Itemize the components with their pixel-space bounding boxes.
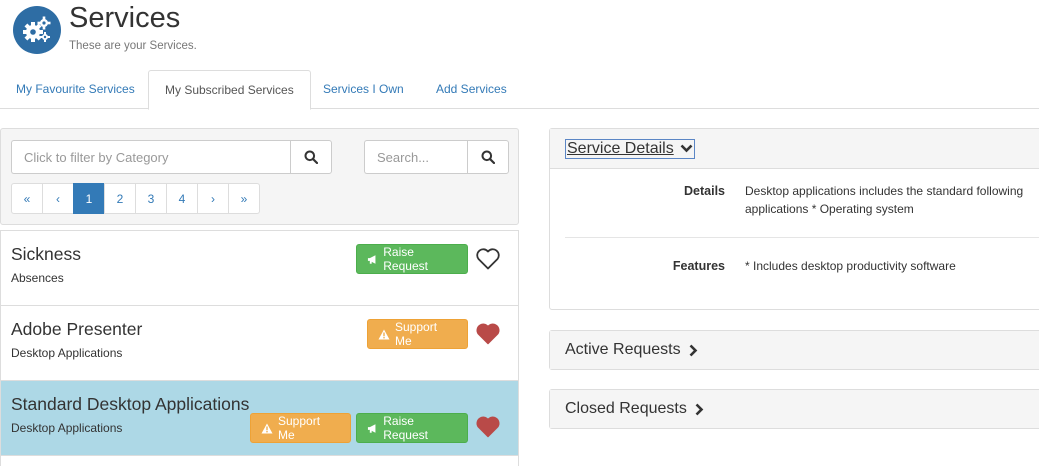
pagination-last[interactable]: » [228,183,260,214]
active-requests-title: Active Requests [565,341,681,358]
service-name: Standard Desktop Applications [11,394,250,414]
service-item-adobe-presenter[interactable]: Adobe Presenter Desktop Applications Sup… [1,306,518,381]
pagination-prev[interactable]: ‹ [42,183,74,214]
details-divider [565,237,1039,238]
features-label: Features [672,259,725,273]
active-requests-heading[interactable]: Active Requests [550,331,1039,369]
service-category: Absences [11,271,64,285]
tab-add-services[interactable]: Add Services [420,70,523,109]
service-list: Sickness Absences Raise Request Adobe Pr… [0,230,519,466]
pagination-first[interactable]: « [11,183,43,214]
support-me-button[interactable]: Support Me [250,413,351,443]
service-details-heading[interactable]: Service Details [550,129,1039,169]
closed-requests-title: Closed Requests [565,400,687,417]
raise-request-label: Raise Request [383,245,428,273]
tab-my-subscribed-services[interactable]: My Subscribed Services [148,70,311,110]
service-details-toggle[interactable]: Service Details [565,138,695,159]
chevron-right-icon [695,403,704,415]
search-input[interactable] [364,140,467,174]
chevron-right-icon [689,344,697,356]
tab-services-i-own[interactable]: Services I Own [307,70,420,109]
search-icon [481,150,495,164]
raise-request-label: Raise Request [383,414,428,442]
chevron-down-icon [680,144,693,153]
page-subtitle: These are your Services. [69,40,197,52]
page-title: Services [69,2,181,34]
category-filter-input[interactable] [11,140,290,174]
service-category: Desktop Applications [11,346,123,360]
pagination: « ‹ 1 2 3 4 › » [11,183,260,214]
warning-icon [378,329,390,339]
features-value: * Includes desktop productivity software [745,259,956,273]
pagination-page-2[interactable]: 2 [104,183,136,214]
service-item-standard-desktop-applications[interactable]: Standard Desktop Applications Desktop Ap… [1,381,518,456]
support-me-label: Support Me [278,414,321,442]
closed-requests-panel: Closed Requests [549,389,1039,429]
service-name: Adobe Presenter [11,319,143,339]
tab-my-favourite-services[interactable]: My Favourite Services [0,70,151,109]
category-search-button[interactable] [290,140,332,174]
closed-requests-heading[interactable]: Closed Requests [550,390,1039,428]
pagination-page-3[interactable]: 3 [135,183,167,214]
details-value: Desktop applications includes the standa… [745,184,1024,216]
favourite-heart-outline-icon[interactable] [475,247,501,271]
bullhorn-icon [367,423,376,433]
services-logo-icon [13,6,61,54]
search-icon [304,150,318,164]
filter-panel: « ‹ 1 2 3 4 › » [0,128,519,225]
raise-request-button[interactable]: Raise Request [356,413,468,443]
pagination-page-1[interactable]: 1 [73,183,105,214]
warning-icon [261,423,273,433]
favourite-heart-filled-icon[interactable] [475,322,501,346]
service-name: Sickness [11,244,82,264]
service-details-panel: Service Details Details Desktop applicat… [549,128,1039,310]
support-me-label: Support Me [395,320,438,348]
category-filter-group [11,140,332,174]
tab-bar: My Favourite Services My Subscribed Serv… [0,70,1039,110]
active-requests-panel: Active Requests [549,330,1039,370]
support-me-button[interactable]: Support Me [367,319,468,349]
pagination-next[interactable]: › [197,183,229,214]
service-item-sickness[interactable]: Sickness Absences Raise Request [1,231,518,306]
favourite-heart-filled-icon[interactable] [475,415,501,439]
service-details-title: Service Details [567,139,674,157]
search-group [364,140,509,174]
raise-request-button[interactable]: Raise Request [356,244,468,274]
service-category: Desktop Applications [11,421,123,435]
pagination-page-4[interactable]: 4 [166,183,198,214]
bullhorn-icon [367,254,376,264]
search-button[interactable] [467,140,509,174]
details-label: Details [684,184,725,198]
